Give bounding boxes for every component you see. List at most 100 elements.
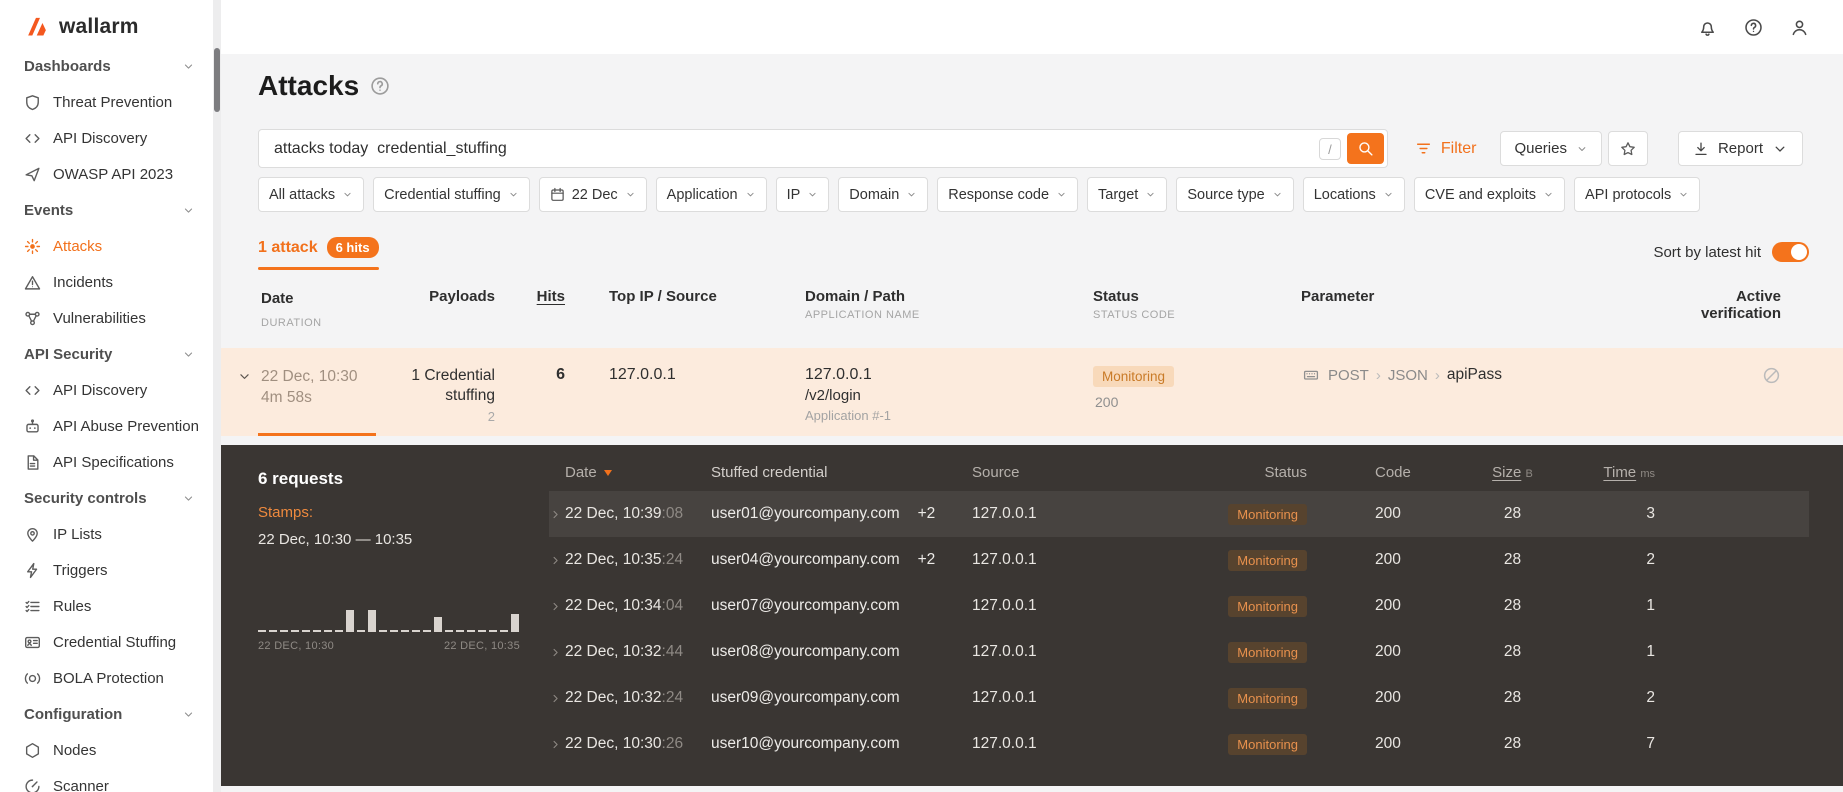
radar-icon xyxy=(24,778,41,792)
search-button[interactable] xyxy=(1346,133,1384,164)
column-header-date[interactable]: Date xyxy=(565,464,711,481)
page-help-icon[interactable] xyxy=(370,76,390,96)
sort-toggle[interactable] xyxy=(1772,242,1809,262)
filter-button[interactable]: Filter xyxy=(1415,140,1476,158)
column-header-payloads[interactable]: Payloads xyxy=(395,288,495,305)
sidebar-item-api-discovery[interactable]: API Discovery xyxy=(0,120,213,156)
user-icon[interactable] xyxy=(1790,18,1809,37)
sidebar-item-owasp-api-2023[interactable]: OWASP API 2023 xyxy=(0,156,213,192)
attack-path[interactable]: /v2/login xyxy=(805,387,1093,404)
chart-bar xyxy=(489,630,497,632)
sidebar-item-bola-protection[interactable]: BOLA Protection xyxy=(0,660,213,696)
request-source: 127.0.0.1 xyxy=(972,597,1037,614)
column-header-domain-path[interactable]: Domain / Path APPLICATION NAME xyxy=(805,288,1093,321)
column-header-stuffed-credential[interactable]: Stuffed credential xyxy=(711,464,972,481)
filter-chip-response-code[interactable]: Response code xyxy=(937,177,1079,212)
sidebar-section-api-security[interactable]: API Security xyxy=(0,336,213,372)
filter-chip-domain[interactable]: Domain xyxy=(838,177,929,212)
request-source: 127.0.0.1 xyxy=(972,643,1037,660)
sidebar-item-threat-prevention[interactable]: Threat Prevention xyxy=(0,84,213,120)
filter-chip-application[interactable]: Application xyxy=(655,177,767,212)
column-header-hits[interactable]: Hits xyxy=(495,288,565,305)
favorite-query-button[interactable] xyxy=(1607,131,1648,166)
sidebar-item-scanner[interactable]: Scanner xyxy=(0,768,213,792)
column-header-date[interactable]: Date DURATION xyxy=(261,288,395,334)
sidebar-item-nodes[interactable]: Nodes xyxy=(0,732,213,768)
sidebar-section-events[interactable]: Events xyxy=(0,192,213,228)
attack-domain[interactable]: 127.0.0.1 xyxy=(805,366,1093,384)
chevron-right-icon[interactable] xyxy=(549,554,562,567)
column-header-top-ip-source[interactable]: Top IP / Source xyxy=(609,288,805,305)
sidebar-item-credential-stuffing[interactable]: Credential Stuffing xyxy=(0,624,213,660)
section-label: Configuration xyxy=(24,705,123,723)
filter-chip-target[interactable]: Target xyxy=(1087,177,1168,212)
column-header-code[interactable]: Code xyxy=(1375,464,1465,481)
request-status: Monitoring xyxy=(1149,549,1307,571)
filter-chip-label: Credential stuffing xyxy=(384,186,501,203)
sidebar-item-attacks[interactable]: Attacks xyxy=(0,228,213,264)
request-time: 1 xyxy=(1646,643,1655,660)
attack-payload[interactable]: 1 Credential stuffing xyxy=(395,366,495,406)
chevron-right-icon[interactable] xyxy=(549,738,562,751)
filter-chip-label: Application xyxy=(666,186,738,203)
request-row[interactable]: 22 Dec, 10:32:24 user09@yourcompany.com 12… xyxy=(549,675,1809,721)
filter-chip-locations[interactable]: Locations xyxy=(1302,177,1405,212)
filter-chip-cve-and-exploits[interactable]: CVE and exploits xyxy=(1413,177,1566,212)
request-row[interactable]: 22 Dec, 10:35:24 user04@yourcompany.com +2… xyxy=(549,537,1809,583)
chevron-right-icon[interactable] xyxy=(549,508,562,521)
column-header-size[interactable]: Size B xyxy=(1465,464,1560,481)
sidebar-item-api-discovery[interactable]: API Discovery xyxy=(0,372,213,408)
help-icon[interactable] xyxy=(1744,18,1763,37)
report-button[interactable]: Report xyxy=(1677,131,1803,166)
chart-start-label: 22 DEC, 10:30 xyxy=(258,640,335,652)
scrollbar-thumb[interactable] xyxy=(214,48,220,112)
attack-status-cell: Monitoring 200 xyxy=(1093,366,1301,410)
bell-icon[interactable] xyxy=(1698,18,1717,37)
queries-dropdown[interactable]: Queries xyxy=(1500,131,1602,166)
request-row[interactable]: 22 Dec, 10:30:26 user10@yourcompany.com 12… xyxy=(549,721,1809,767)
sidebar-item-triggers[interactable]: Triggers xyxy=(0,552,213,588)
filter-icon xyxy=(1415,140,1432,157)
chevron-right-icon[interactable] xyxy=(549,692,562,705)
filter-chip-22-dec[interactable]: 22 Dec xyxy=(538,177,647,212)
attack-row[interactable]: 22 Dec, 10:30 4m 58s 1 Credential stuffi… xyxy=(221,348,1843,436)
chevron-right-icon[interactable] xyxy=(549,600,562,613)
tab-attack-results[interactable]: 1 attack 6 hits xyxy=(258,237,379,270)
attack-top-ip[interactable]: 127.0.0.1 xyxy=(609,366,805,384)
chevron-right-icon[interactable] xyxy=(549,646,562,659)
search-box[interactable]: / xyxy=(258,129,1388,168)
filter-chip-all-attacks[interactable]: All attacks xyxy=(258,177,365,212)
column-header-parameter[interactable]: Parameter xyxy=(1301,288,1631,305)
collapse-row-icon[interactable] xyxy=(237,369,252,384)
search-input[interactable] xyxy=(259,130,1387,167)
request-more-count[interactable]: +2 xyxy=(918,551,936,568)
sidebar-item-api-specifications[interactable]: API Specifications xyxy=(0,444,213,480)
sidebar-section-security-controls[interactable]: Security controls xyxy=(0,480,213,516)
filter-chip-source-type[interactable]: Source type xyxy=(1176,177,1294,212)
sidebar-item-rules[interactable]: Rules xyxy=(0,588,213,624)
request-row[interactable]: 22 Dec, 10:32:44 user08@yourcompany.com 12… xyxy=(549,629,1809,675)
filter-chip-ip[interactable]: IP xyxy=(775,177,830,212)
filter-chip-credential-stuffing[interactable]: Credential stuffing xyxy=(373,177,530,212)
burst-icon xyxy=(24,238,41,255)
chevron-down-icon xyxy=(1772,141,1788,157)
filter-chip-api-protocols[interactable]: API protocols xyxy=(1574,177,1701,212)
sidebar-section-dashboards[interactable]: Dashboards xyxy=(0,48,213,84)
sidebar-item-label: Scanner xyxy=(53,777,109,792)
sidebar-item-ip-lists[interactable]: IP Lists xyxy=(0,516,213,552)
request-row[interactable]: 22 Dec, 10:39:08 user01@yourcompany.com +2… xyxy=(549,491,1809,537)
request-row[interactable]: 22 Dec, 10:34:04 user07@yourcompany.com 12… xyxy=(549,583,1809,629)
request-more-count[interactable]: +2 xyxy=(918,505,936,522)
sidebar-scrollbar[interactable] xyxy=(213,0,221,792)
sidebar-item-incidents[interactable]: Incidents xyxy=(0,264,213,300)
wallarm-logo[interactable]: wallarm xyxy=(0,0,213,48)
column-header-active-verification[interactable]: Active verification xyxy=(1631,288,1791,322)
column-header-status[interactable]: Status STATUS CODE xyxy=(1093,288,1301,321)
column-header-source[interactable]: Source xyxy=(972,464,1149,481)
sidebar-item-api-abuse-prevention[interactable]: API Abuse Prevention xyxy=(0,408,213,444)
sidebar-nav: Dashboards Threat Prevention API Discovery… xyxy=(0,48,213,792)
column-header-status[interactable]: Status xyxy=(1149,464,1307,481)
column-header-time[interactable]: Time ms xyxy=(1560,464,1655,481)
sidebar-section-configuration[interactable]: Configuration xyxy=(0,696,213,732)
sidebar-item-vulnerabilities[interactable]: Vulnerabilities xyxy=(0,300,213,336)
